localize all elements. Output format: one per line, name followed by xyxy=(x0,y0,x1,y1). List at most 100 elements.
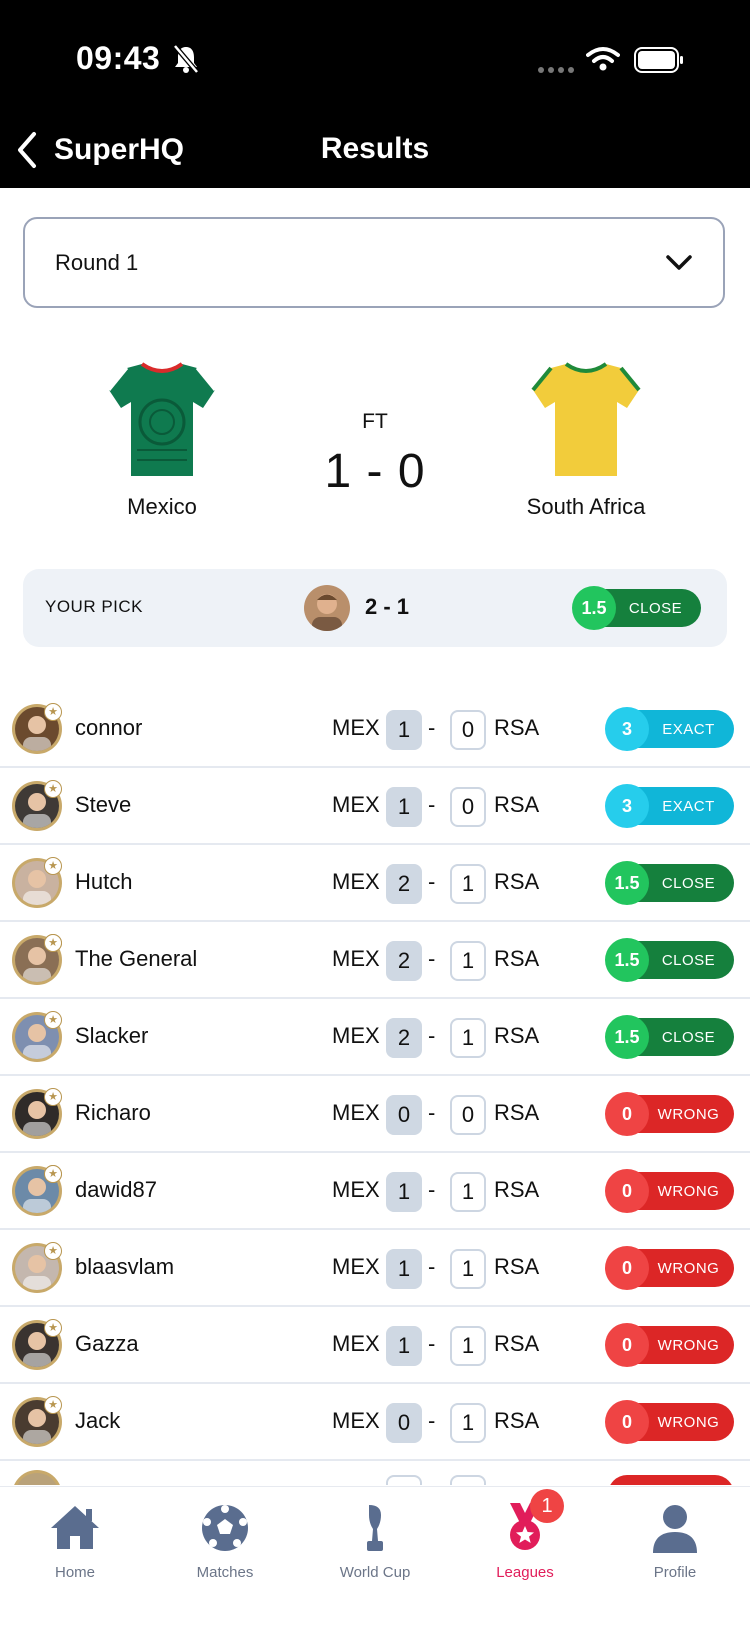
user-name: Steve xyxy=(75,792,132,817)
list-item[interactable]: Richaro MEX 0 - 0 RSA 0 WRONG ★ xyxy=(0,1076,750,1153)
points-value: 0 xyxy=(605,1092,649,1136)
soccer-ball-icon xyxy=(202,1505,248,1551)
tab-matches[interactable]: Matches xyxy=(150,1487,300,1597)
list-item[interactable]: dawid87 MEX 1 - 1 RSA 0 WRONG ★★ xyxy=(0,1153,750,1230)
points-value: 1.5 xyxy=(605,861,649,905)
your-pick-score: 2 - 1 xyxy=(365,594,410,619)
home-code: MEX xyxy=(332,1023,380,1048)
status-time: 09:43 xyxy=(76,40,161,76)
user-name: The General xyxy=(75,946,198,971)
result-label: WRONG xyxy=(657,1259,720,1277)
home-icon xyxy=(51,1506,99,1549)
tab-leagues[interactable]: 1 Leagues xyxy=(450,1487,600,1597)
points-value: 3 xyxy=(605,707,649,751)
tab-label: Home xyxy=(54,1564,95,1581)
tab-home[interactable]: Home xyxy=(0,1487,150,1597)
avatar xyxy=(304,585,350,631)
away-pick: 1 xyxy=(450,1249,486,1289)
home-pick: 1 xyxy=(386,787,422,827)
user-name: Jack xyxy=(75,1408,121,1433)
away-pick: 1 xyxy=(450,941,486,981)
list-item[interactable]: Gazza MEX 1 - 1 RSA 0 WRONG ★ xyxy=(0,1307,750,1384)
star-badge-icon: ★ xyxy=(44,1242,62,1260)
list-item[interactable]: Jack MEX 0 - 1 RSA 0 WRONG ★ xyxy=(0,1384,750,1461)
list-item[interactable]: blaasvlam MEX 1 - 1 RSA 0 WRONG ★ xyxy=(0,1230,750,1307)
list-item[interactable]: Hutch MEX 2 - 1 RSA 1.5 CLOSE ★ xyxy=(0,845,750,922)
tab-label: Matches xyxy=(196,1564,254,1581)
list-item[interactable]: Slacker MEX 2 - 1 RSA 1.5 CLOSE ★ xyxy=(0,999,750,1076)
star-badge-icon: ★ xyxy=(44,780,62,798)
points-pill: 1.5 CLOSE xyxy=(605,938,734,982)
result-label: WRONG xyxy=(657,1413,720,1431)
points-value: 3 xyxy=(605,784,649,828)
home-pick: 0 xyxy=(386,1403,422,1443)
tab-world-cup[interactable]: World Cup xyxy=(300,1487,450,1597)
away-pick: 0 xyxy=(450,787,486,827)
points-pill: 3 EXACT xyxy=(605,784,734,828)
points-value: 0 xyxy=(605,1323,649,1367)
star-badge-icon: ★ xyxy=(44,857,62,875)
home-code: MEX xyxy=(332,792,380,817)
list-item[interactable]: connor MEX 1 - 0 RSA 3 EXACT ★ xyxy=(0,691,750,768)
star-badge-icon: ★ xyxy=(44,703,62,721)
cellular-signal-icon xyxy=(538,67,574,73)
round-select[interactable]: Round 1 xyxy=(23,217,725,308)
away-code: RSA xyxy=(494,792,540,817)
tab-label: Profile xyxy=(653,1564,697,1581)
points-value: 0 xyxy=(605,1400,649,1444)
tab-label: World Cup xyxy=(339,1564,411,1581)
leagues-badge: 1 xyxy=(530,1489,564,1523)
result-label: WRONG xyxy=(657,1105,720,1123)
points-pill: 1.5 CLOSE xyxy=(605,861,734,905)
score-dash: - xyxy=(428,1177,436,1202)
away-pick: 0 xyxy=(450,710,486,750)
points-pill: 0 WRONG xyxy=(605,1400,734,1444)
away-code: RSA xyxy=(494,1254,540,1279)
points-pill: 0 WRONG xyxy=(605,1169,734,1213)
list-item-partial xyxy=(0,1455,750,1485)
home-code: MEX xyxy=(332,946,380,971)
away-code: RSA xyxy=(494,1331,540,1356)
battery-icon xyxy=(634,47,683,73)
away-code: RSA xyxy=(494,715,540,740)
star-badge-icon: ★ xyxy=(44,934,62,952)
away-pick: 1 xyxy=(450,1172,486,1212)
person-icon xyxy=(653,1505,697,1553)
score-dash: - xyxy=(428,869,436,894)
away-pick: 0 xyxy=(450,1095,486,1135)
result-label: EXACT xyxy=(662,720,715,738)
result-label: CLOSE xyxy=(661,951,716,969)
round-select-value: Round 1 xyxy=(55,249,139,275)
away-code: RSA xyxy=(494,1100,540,1125)
away-pick: 1 xyxy=(450,1403,486,1443)
home-pick: 2 xyxy=(386,864,422,904)
result-label: WRONG xyxy=(657,1336,720,1354)
points-value: 1.5 xyxy=(605,938,649,982)
user-name: Hutch xyxy=(75,869,133,894)
list-item[interactable]: The General MEX 2 - 1 RSA 1.5 CLOSE ★★ xyxy=(0,922,750,999)
your-pick-result: CLOSE xyxy=(628,599,683,617)
home-code: MEX xyxy=(332,869,380,894)
points-pill: 1.5 CLOSE xyxy=(605,1015,734,1059)
star-badge-icon: ★ xyxy=(44,1165,62,1183)
tab-profile[interactable]: Profile xyxy=(600,1487,750,1597)
away-code: RSA xyxy=(494,1177,540,1202)
tab-bar: Home Matches World Cup 1 Leagues Profile xyxy=(0,1486,750,1632)
result-label: CLOSE xyxy=(661,1028,716,1046)
away-team-name: South Africa xyxy=(526,494,646,519)
score-dash: - xyxy=(428,715,436,740)
wifi-icon xyxy=(586,47,620,71)
score-dash: - xyxy=(428,1331,436,1356)
away-code: RSA xyxy=(494,1408,540,1433)
home-pick: 1 xyxy=(386,1172,422,1212)
list-item[interactable]: Steve MEX 1 - 0 RSA 3 EXACT ★ xyxy=(0,768,750,845)
points-pill: 0 WRONG xyxy=(605,1246,734,1290)
your-pick-label: YOUR PICK xyxy=(45,597,144,616)
your-pick-points: 1.5 xyxy=(572,586,616,630)
points-value: 0 xyxy=(605,1246,649,1290)
navigation-bar: SuperHQ Results xyxy=(0,120,750,188)
away-code: RSA xyxy=(494,946,540,971)
bell-muted-icon xyxy=(173,44,199,74)
user-name: Gazza xyxy=(75,1331,139,1356)
away-code: RSA xyxy=(494,869,540,894)
